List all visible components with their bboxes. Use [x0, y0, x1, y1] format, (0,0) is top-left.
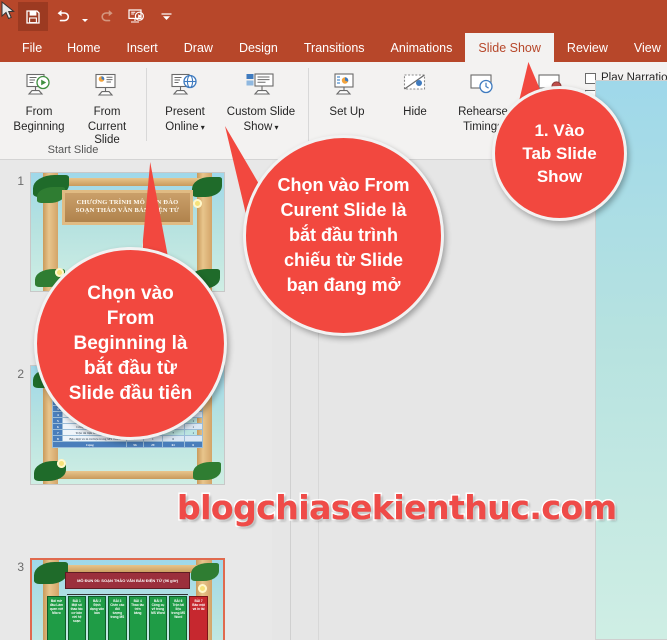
- ribbon-group-label-start-slide-show: Start Slide: [47, 144, 99, 156]
- table-cell: 29: [142, 441, 163, 449]
- diagram-box: BÀI 6 Trộn tài liệu trong MS Word: [169, 595, 188, 640]
- diagram-box: BÀI 7 Bảo mật và in tài: [189, 595, 208, 640]
- from-current-slide-icon: [91, 70, 123, 104]
- hide-slide-button[interactable]: Hide: [381, 66, 449, 119]
- slide-1-title-line1: CHƯƠNG TRÌNH MÔ ĐUN ĐÀO: [76, 199, 179, 207]
- callout-slide-show-tab: 1. Vào Tab Slide Show: [492, 86, 627, 221]
- tab-file[interactable]: File: [10, 33, 54, 62]
- quick-access-toolbar: [18, 2, 181, 31]
- slide-thumbnail-image-3[interactable]: MÔ ĐUN 06: SOẠN THẢO VĂN BẢN ĐIỆN TỬ (96…: [30, 558, 225, 640]
- callout-text: 1. Vào Tab Slide Show: [522, 119, 596, 188]
- rehearse-timings-label-line1: Rehearse: [458, 106, 508, 118]
- redo-button[interactable]: [91, 2, 121, 31]
- customize-qat-button[interactable]: [151, 2, 181, 31]
- tab-transitions[interactable]: Transitions: [291, 33, 378, 62]
- tab-animations[interactable]: Animations: [378, 33, 466, 62]
- table-total-row: Cộng 96 29 61 6: [52, 441, 203, 449]
- callout-line: bạn đang mở: [286, 275, 401, 295]
- from-beginning-label-line2: Beginning: [13, 121, 65, 133]
- from-beginning-label-line1: From: [25, 106, 53, 118]
- mouse-cursor-icon: [1, 1, 15, 20]
- ribbon-group-present: Present Online ▾ Custom Slide Show ▾: [146, 62, 308, 159]
- diagram-box: Bài mở đầu Làm quen với Micro: [47, 595, 66, 640]
- tab-draw[interactable]: Draw: [171, 33, 226, 62]
- tab-home[interactable]: Home: [54, 33, 113, 62]
- chevron-down-icon: [161, 13, 171, 20]
- undo-dropdown-arrow[interactable]: [78, 2, 91, 31]
- slide-3-diagram: MÔ ĐUN 06: SOẠN THẢO VĂN BẢN ĐIỆN TỬ (96…: [47, 571, 208, 640]
- diagram-box: BÀI 2 Định dạng văn bản: [87, 595, 107, 640]
- callout-line: Chọn vào: [87, 283, 174, 304]
- diagram-box: BÀI 1 Một số thao tác cơ bản với hệ soạn: [67, 595, 86, 640]
- tab-review[interactable]: Review: [554, 33, 621, 62]
- diagram-box: BÀI 3 Chèn các đối tượng trong MS: [108, 595, 127, 640]
- custom-slide-show-button[interactable]: Custom Slide Show: [219, 66, 303, 134]
- save-button[interactable]: [18, 2, 48, 31]
- ribbon-tab-strip: File Home Insert Draw Design Transitions…: [0, 33, 667, 62]
- callout-line: Chọn vào From: [277, 175, 410, 195]
- table-cell: 61: [161, 441, 185, 449]
- callout-line: Beginning là: [73, 333, 188, 354]
- callout-line: Curent Slide là: [280, 200, 407, 220]
- hide-slide-icon: [399, 70, 431, 104]
- present-online-icon: [169, 70, 201, 104]
- diagram-box: BÀI 5 Công cụ vẽ trong MS Word: [148, 595, 168, 640]
- custom-slide-show-icon: [244, 70, 278, 104]
- set-up-slide-show-icon: [331, 70, 363, 104]
- callout-line: Tab Slide: [522, 144, 597, 163]
- ribbon-group-start-slide-show: From Beginning From Current Slide Start …: [0, 62, 146, 159]
- tab-slide-show[interactable]: Slide Show: [465, 33, 554, 62]
- tab-view[interactable]: View: [621, 33, 667, 62]
- diagram-box: BÀI 4 Thao tác trên bảng: [128, 595, 147, 640]
- callout-line: 1. Vào: [534, 121, 585, 140]
- from-current-slide-button[interactable]: From Current Slide: [73, 66, 141, 147]
- set-up-slide-show-button[interactable]: Set Up: [313, 66, 381, 119]
- slide-1-title-line2: SOẠN THẢO VĂN BẢN ĐIỆN TỬ: [75, 207, 180, 215]
- callout-line: chiếu từ Slide: [283, 250, 404, 270]
- callout-text: Chọn vào From Beginning là bắt đầu từ Slide …: [69, 281, 193, 406]
- undo-button[interactable]: [48, 2, 78, 31]
- slide-3-title-box: MÔ ĐUN 06: SOẠN THẢO VĂN BẢN ĐIỆN TỬ (96…: [64, 571, 191, 589]
- callout-line: Slide đầu tiên: [68, 383, 193, 404]
- callout-from-current-slide: Chọn vào From Curent Slide là bắt đầu trìn…: [243, 135, 444, 336]
- callout-text: Chọn vào From Curent Slide là bắt đầu trìn…: [277, 173, 409, 298]
- present-online-label-line2: Online: [165, 121, 205, 133]
- save-icon: [26, 9, 40, 24]
- slide-number-3: 3: [17, 560, 24, 574]
- present-online-button[interactable]: Present Online: [151, 66, 219, 134]
- tab-insert[interactable]: Insert: [114, 33, 171, 62]
- title-bar: [0, 0, 667, 33]
- callout-line: From: [106, 308, 155, 329]
- from-current-slide-label-line1: From: [93, 106, 121, 118]
- hide-slide-label-line1: Hide: [403, 106, 427, 118]
- from-beginning-button[interactable]: From Beginning: [5, 66, 73, 134]
- slide-number-1: 1: [17, 174, 24, 188]
- start-from-beginning-icon: [127, 9, 144, 23]
- from-beginning-icon: [23, 70, 55, 104]
- callout-line: bắt đầu trình: [288, 225, 398, 245]
- undo-icon: [57, 10, 69, 22]
- start-presentation-button[interactable]: [121, 2, 151, 31]
- powerpoint-window: File Home Insert Draw Design Transitions…: [0, 0, 667, 640]
- custom-slide-show-label-line2: Show: [243, 121, 278, 133]
- slide-1-title-banner: CHƯƠNG TRÌNH MÔ ĐUN ĐÀO SOẠN THẢO VĂN BẢ…: [61, 189, 194, 225]
- table-cell: 6: [183, 441, 203, 449]
- set-up-slide-show-label-line1: Set Up: [329, 106, 365, 118]
- slide-number-2: 2: [17, 367, 24, 381]
- slide-thumbnail-3[interactable]: 3 MÔ ĐUN 06: SOẠN THẢO VĂN BẢN ĐIỆN TỬ (…: [0, 558, 225, 640]
- slide-3-title: MÔ ĐUN 06: SOẠN THẢO VĂN BẢN ĐIỆN TỬ (96…: [77, 577, 178, 583]
- tab-design[interactable]: Design: [226, 33, 291, 62]
- callout-from-beginning: Chọn vào From Beginning là bắt đầu từ Slide …: [34, 247, 227, 440]
- table-cell: Cộng: [52, 441, 128, 449]
- rehearse-timings-icon: [467, 70, 499, 104]
- redo-icon: [100, 10, 113, 22]
- watermark-text: blogchiasekienthuc.com: [177, 488, 617, 527]
- custom-slide-show-label-line1: Custom Slide: [226, 106, 296, 118]
- callout-line: bắt đầu từ: [84, 358, 177, 379]
- callout-line: Show: [536, 167, 583, 186]
- table-cell: 96: [126, 441, 144, 449]
- present-online-label-line1: Present: [165, 106, 205, 118]
